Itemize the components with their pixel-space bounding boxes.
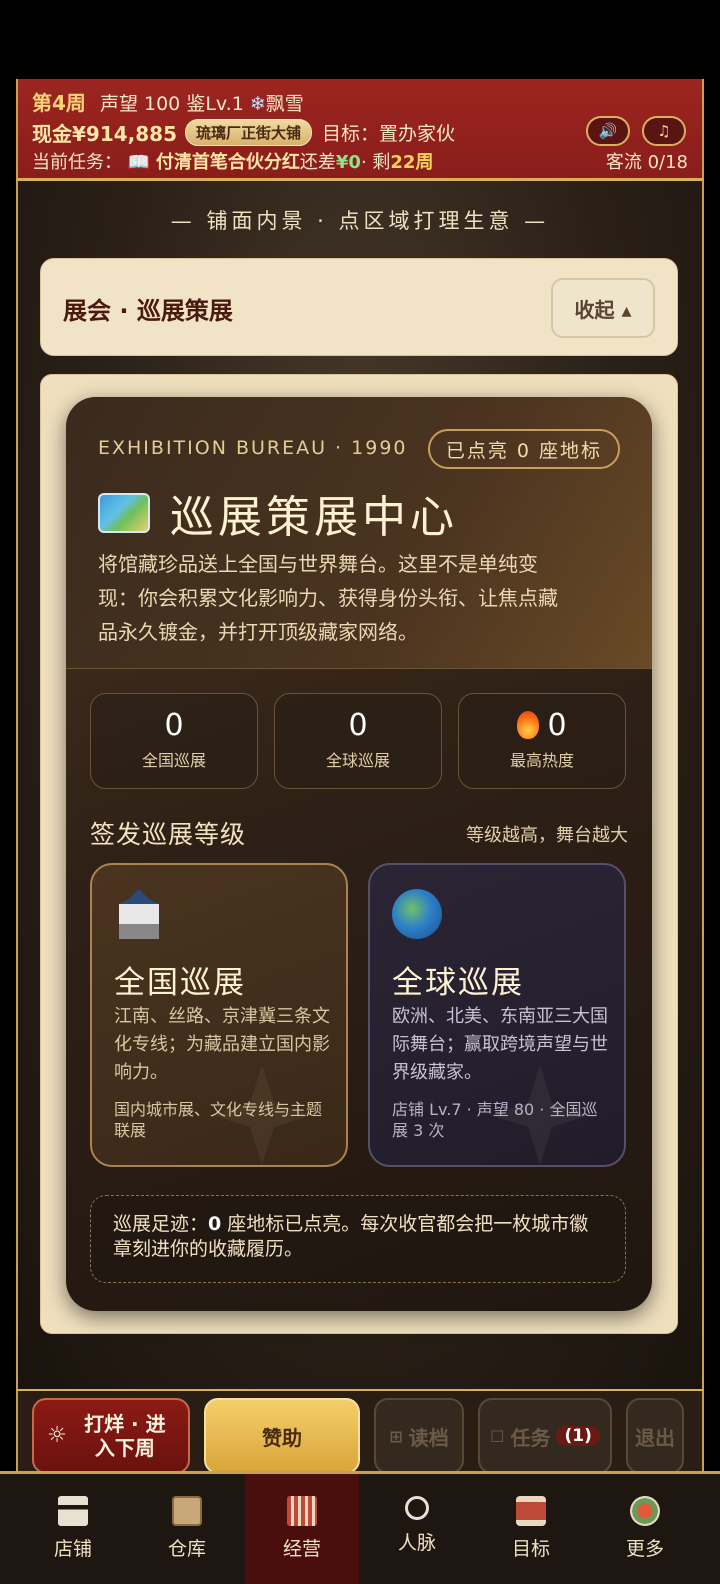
status-bar bbox=[0, 0, 720, 79]
footprint-note: 巡展足迹：0 座地标已点亮。每次收官都会把一枚城市徽章刻进你的收藏履历。 bbox=[90, 1195, 626, 1283]
stat-label: 全球巡展 bbox=[325, 751, 390, 770]
tab-goals[interactable]: 目标 bbox=[474, 1474, 588, 1584]
tab-shop[interactable]: 店铺 bbox=[16, 1474, 130, 1584]
game-header: 第4周 声望 100 鉴Lv.1 ❄飘雪 现金¥914,885 琉璃厂正街大铺 … bbox=[16, 79, 704, 181]
task-label: 任务 bbox=[510, 1425, 551, 1450]
stat-label: 全国巡展 bbox=[141, 751, 206, 770]
globe-icon bbox=[392, 889, 442, 939]
checkbox-icon: ☐ bbox=[490, 1426, 505, 1446]
tier-name: 全球巡展 bbox=[392, 965, 524, 1001]
task-deadline-label: · 剩 bbox=[360, 152, 391, 173]
tab-label: 店铺 bbox=[53, 1538, 92, 1560]
stat-heat: 0 最高热度 bbox=[458, 693, 626, 789]
snowflake-icon: ❄ bbox=[249, 93, 266, 115]
header-finance: 现金¥914,885 琉璃厂正街大铺 目标：置办家伙 bbox=[32, 118, 455, 147]
tab-network[interactable]: 人脉 bbox=[360, 1474, 474, 1584]
stat-label: 最高热度 bbox=[509, 751, 574, 770]
tier-requirement: 店铺 Lv.7 · 声望 80 · 全国巡展 3 次 bbox=[392, 1100, 598, 1140]
current-task[interactable]: 当前任务： 📖 付清首笔合伙分红还差¥0· 剩22周 bbox=[32, 148, 433, 174]
cash-label: 现金¥914,885 bbox=[32, 122, 178, 146]
header-stats: 第4周 声望 100 鉴Lv.1 ❄飘雪 bbox=[32, 87, 304, 116]
people-icon bbox=[405, 1496, 429, 1520]
shop-icon bbox=[58, 1496, 88, 1526]
tab-label: 经营 bbox=[282, 1538, 321, 1560]
tab-business[interactable]: 经营 bbox=[245, 1474, 359, 1584]
tier-global-card[interactable]: 全球巡展 欧洲、北美、东南亚三大国际舞台；赢取跨境声望与世界级藏家。 店铺 Lv… bbox=[368, 863, 626, 1167]
more-icon bbox=[630, 1496, 660, 1526]
center-title-text: 巡展策展中心 bbox=[170, 492, 458, 543]
reputation-label: 声望 100 bbox=[99, 93, 181, 115]
center-description: 将馆藏珍品送上全国与世界舞台。这里不是单纯变现：你会积累文化影响力、获得身份头衔… bbox=[98, 552, 558, 644]
tab-more[interactable]: 更多 bbox=[588, 1474, 702, 1584]
load-button[interactable]: ⊞ 读档 bbox=[374, 1398, 464, 1474]
shop-badge[interactable]: 琉璃厂正街大铺 bbox=[185, 119, 313, 146]
book-icon: 📖 bbox=[127, 152, 151, 173]
level-title: 签发巡展等级 bbox=[90, 820, 247, 849]
sound-icon[interactable]: 🔊 bbox=[586, 116, 630, 146]
level-subtitle: 等级越高，舞台越大 bbox=[466, 825, 628, 846]
main-area: — 铺面内景 · 点区域打理生意 — 展会 · 巡展策展 收起 ▴ EXHIBI… bbox=[16, 181, 704, 1389]
exit-button[interactable]: 退出 bbox=[626, 1398, 684, 1474]
task-weeks: 22周 bbox=[390, 152, 434, 173]
task-amount: ¥0 bbox=[335, 152, 361, 173]
end-week-button[interactable]: ☼ 打烊 · 进入下周 bbox=[32, 1398, 190, 1474]
weather-label: 飘雪 bbox=[265, 93, 304, 115]
load-label: 读档 bbox=[408, 1425, 449, 1450]
tier-national-card[interactable]: 全国巡展 江南、丝路、京津冀三条文化专线；为藏品建立国内影响力。 国内城市展、文… bbox=[90, 863, 348, 1167]
task-count-badge: (1) bbox=[556, 1426, 600, 1446]
tab-label: 仓库 bbox=[167, 1538, 206, 1560]
tab-label: 人脉 bbox=[397, 1532, 436, 1554]
stat-value: 0 bbox=[547, 708, 567, 743]
stat-global: 0 全球巡展 bbox=[274, 693, 442, 789]
box-icon bbox=[172, 1496, 202, 1526]
castle-icon bbox=[119, 889, 159, 939]
stat-value: 0 bbox=[164, 708, 184, 743]
action-bar: ☼ 打烊 · 进入下周 赞助 ⊞ 读档 ☐ 任务 (1) 退出 bbox=[16, 1389, 704, 1474]
panel-header: 展会 · 巡展策展 收起 ▴ bbox=[40, 258, 678, 356]
task-button[interactable]: ☐ 任务 (1) bbox=[478, 1398, 612, 1474]
task-prefix: 当前任务： bbox=[32, 152, 122, 173]
ledger-icon bbox=[287, 1496, 317, 1526]
traffic-label: 客流 0/18 bbox=[605, 152, 688, 173]
scroll-icon bbox=[516, 1496, 546, 1526]
card-hero: EXHIBITION BUREAU · 1990 已点亮 0 座地标 巡展策展中… bbox=[66, 397, 652, 669]
bottom-tab-bar: 店铺 仓库 经营 人脉 目标 更多 bbox=[0, 1471, 720, 1584]
stat-national: 0 全国巡展 bbox=[90, 693, 258, 789]
bureau-label: EXHIBITION BUREAU · 1990 bbox=[98, 437, 408, 459]
center-title: 巡展策展中心 bbox=[98, 481, 458, 545]
music-icon[interactable]: ♫ bbox=[642, 116, 686, 146]
appraisal-level: 鉴Lv.1 bbox=[186, 93, 244, 115]
collapse-button[interactable]: 收起 ▴ bbox=[551, 278, 655, 338]
tier-requirement: 国内城市展、文化专线与主题联展 bbox=[114, 1100, 323, 1140]
footprint-prefix: 巡展足迹： bbox=[113, 1213, 209, 1235]
task-name: 付清首笔合伙分红 bbox=[155, 152, 300, 173]
tier-description: 欧洲、北美、东南亚三大国际舞台；赢取跨境声望与世界级藏家。 bbox=[392, 1006, 608, 1083]
stat-value: 0 bbox=[348, 708, 368, 743]
panel-title: 展会 · 巡展策展 bbox=[63, 297, 233, 325]
tier-name: 全国巡展 bbox=[114, 965, 246, 1001]
footprint-count: 0 bbox=[208, 1213, 222, 1235]
tab-label: 目标 bbox=[511, 1538, 550, 1560]
stat-value-row: 0 bbox=[459, 708, 625, 743]
folder-icon: ⊞ bbox=[389, 1426, 403, 1446]
fire-icon bbox=[517, 711, 540, 739]
tab-warehouse[interactable]: 仓库 bbox=[130, 1474, 244, 1584]
tier-description: 江南、丝路、京津冀三条文化专线；为藏品建立国内影响力。 bbox=[114, 1006, 330, 1083]
landmark-badge: 已点亮 0 座地标 bbox=[427, 429, 620, 469]
end-week-label: 打烊 · 进入下周 bbox=[84, 1412, 166, 1460]
sun-icon: ☼ bbox=[47, 1423, 67, 1448]
week-label: 第4周 bbox=[32, 91, 86, 115]
tab-label: 更多 bbox=[625, 1538, 664, 1560]
task-remain-label: 还差 bbox=[299, 152, 336, 173]
section-title: — 铺面内景 · 点区域打理生意 — bbox=[170, 209, 550, 233]
sponsor-button[interactable]: 赞助 bbox=[204, 1398, 360, 1474]
goal-label: 目标：置办家伙 bbox=[322, 123, 456, 145]
map-icon bbox=[98, 493, 150, 533]
exhibition-card: EXHIBITION BUREAU · 1990 已点亮 0 座地标 巡展策展中… bbox=[66, 397, 652, 1311]
